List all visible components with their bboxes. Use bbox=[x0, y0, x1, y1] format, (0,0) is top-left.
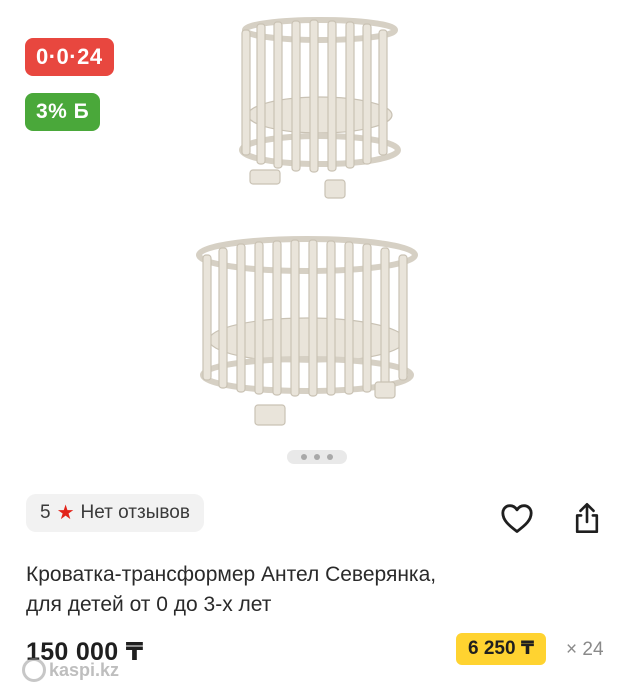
kaspi-watermark: kaspi.kz bbox=[22, 650, 162, 690]
product-gallery[interactable]: 0·0·24 3% Б bbox=[0, 0, 633, 475]
pagination-dot[interactable] bbox=[327, 454, 333, 460]
product-title-line: для детей от 0 до 3-х лет bbox=[26, 593, 272, 616]
rating-score: 5 bbox=[40, 502, 51, 523]
gallery-pagination[interactable] bbox=[287, 450, 347, 464]
crib-round bbox=[239, 17, 401, 199]
share-icon bbox=[575, 502, 599, 534]
product-image bbox=[196, 17, 418, 426]
pagination-dot[interactable] bbox=[301, 454, 307, 460]
installment-months: × 24 bbox=[566, 639, 604, 660]
share-button[interactable] bbox=[567, 498, 607, 538]
kaspi-logo-icon bbox=[22, 658, 46, 682]
bonus-badge: 3% Б bbox=[25, 93, 101, 131]
pagination-dot[interactable] bbox=[314, 454, 320, 460]
crib-oval bbox=[196, 236, 418, 426]
watermark-text: kaspi.kz bbox=[49, 659, 120, 680]
favorite-button[interactable] bbox=[497, 498, 537, 538]
product-title: Кроватка-трансформер Антел Северянка, дл… bbox=[26, 560, 606, 620]
rating-reviews-link[interactable]: 5 ★ Нет отзывов bbox=[26, 494, 204, 532]
installment-badge: 0·0·24 bbox=[25, 38, 114, 76]
product-title-line: Кроватка-трансформер Антел Северянка, bbox=[26, 563, 437, 586]
monthly-payment-badge[interactable]: 6 250 ₸ bbox=[456, 633, 547, 665]
heart-icon bbox=[501, 504, 533, 533]
star-icon: ★ bbox=[56, 502, 75, 524]
reviews-label: Нет отзывов bbox=[80, 502, 190, 523]
